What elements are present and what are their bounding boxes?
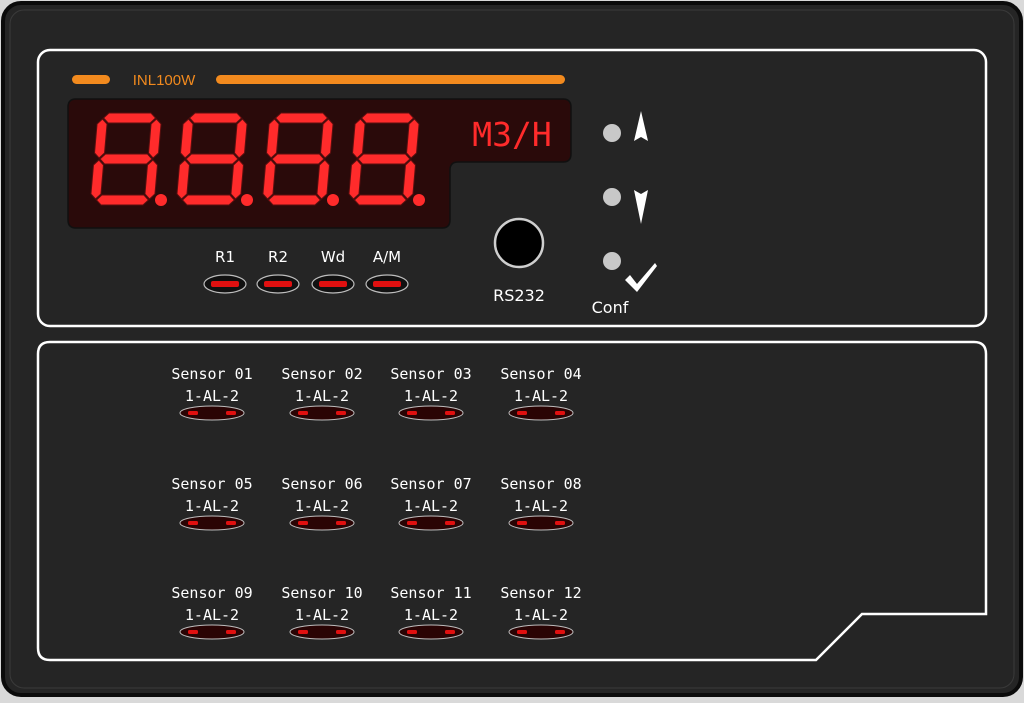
sensor-led-right — [226, 411, 236, 415]
sensor-alarm-label: 1-AL-2 — [185, 387, 239, 405]
sensor-name: Sensor 10 — [281, 584, 362, 602]
led-light — [319, 281, 347, 287]
segment — [95, 194, 150, 206]
sensor-alarm-label: 1-AL-2 — [514, 387, 568, 405]
segment — [267, 194, 322, 206]
decimal-point — [241, 194, 253, 206]
sensor-led-left — [407, 411, 417, 415]
sensor-alarm-label: 1-AL-2 — [514, 606, 568, 624]
sensor-led-right — [226, 630, 236, 634]
sensor-led-left — [188, 411, 198, 415]
segment — [360, 112, 415, 124]
sensor-led-left — [517, 630, 527, 634]
segment — [271, 153, 325, 165]
sensor-name: Sensor 09 — [171, 584, 252, 602]
sensor-name: Sensor 01 — [171, 365, 252, 383]
sensor-led-right — [226, 521, 236, 525]
sensor-alarm-label: 1-AL-2 — [404, 497, 458, 515]
segment — [102, 112, 157, 124]
sensor-led-right — [445, 411, 455, 415]
sensor-name: Sensor 11 — [390, 584, 471, 602]
status-led-label: Wd — [321, 248, 345, 266]
sensor-alarm-label: 1-AL-2 — [185, 497, 239, 515]
sensor-led-left — [407, 630, 417, 634]
segment — [353, 194, 408, 206]
rs232-label: RS232 — [493, 286, 545, 305]
segment — [357, 153, 411, 165]
sensor-alarm-label: 1-AL-2 — [295, 387, 349, 405]
confirm-label: Conf — [592, 298, 629, 317]
accent-bar-short — [72, 75, 110, 84]
display-unit: M3/H — [472, 115, 551, 154]
segment — [188, 112, 243, 124]
decimal-point — [155, 194, 167, 206]
sensor-name: Sensor 07 — [390, 475, 471, 493]
segment — [274, 112, 329, 124]
down-button[interactable] — [603, 188, 621, 206]
accent-bar-long — [216, 75, 565, 84]
sensor-led-left — [298, 630, 308, 634]
led-light — [373, 281, 401, 287]
sensor-led-right — [445, 630, 455, 634]
decimal-point — [327, 194, 339, 206]
sensor-led-right — [336, 521, 346, 525]
sensor-led-left — [298, 411, 308, 415]
decimal-point — [413, 194, 425, 206]
sensor-name: Sensor 05 — [171, 475, 252, 493]
confirm-button[interactable] — [603, 252, 621, 270]
sensor-led-right — [445, 521, 455, 525]
led-light — [211, 281, 239, 287]
status-led-label: R1 — [215, 248, 235, 266]
status-led-label: A/M — [373, 248, 401, 266]
rs232-port — [493, 217, 545, 269]
up-button[interactable] — [603, 124, 621, 142]
sensor-led-left — [188, 630, 198, 634]
segment — [185, 153, 239, 165]
segment — [99, 153, 153, 165]
sensor-alarm-label: 1-AL-2 — [185, 606, 239, 624]
sensor-alarm-label: 1-AL-2 — [514, 497, 568, 515]
status-led-label: R2 — [268, 248, 288, 266]
sensor-led-left — [517, 521, 527, 525]
sensor-led-right — [336, 630, 346, 634]
sensor-name: Sensor 08 — [500, 475, 581, 493]
sensor-name: Sensor 02 — [281, 365, 362, 383]
sensor-alarm-label: 1-AL-2 — [295, 497, 349, 515]
sensor-led-right — [336, 411, 346, 415]
sensor-led-left — [517, 411, 527, 415]
instrument-panel: INL100W M3/H R1 R2 Wd A/M RS232 Conf Sensor… — [0, 0, 1024, 699]
sensor-led-left — [188, 521, 198, 525]
sensor-name: Sensor 04 — [500, 365, 581, 383]
led-light — [264, 281, 292, 287]
sensor-alarm-label: 1-AL-2 — [295, 606, 349, 624]
sensor-name: Sensor 03 — [390, 365, 471, 383]
segment — [181, 194, 236, 206]
sensor-led-left — [298, 521, 308, 525]
sensor-alarm-label: 1-AL-2 — [404, 606, 458, 624]
sensor-alarm-label: 1-AL-2 — [404, 387, 458, 405]
sensor-name: Sensor 12 — [500, 584, 581, 602]
sensor-name: Sensor 06 — [281, 475, 362, 493]
sensor-led-right — [555, 411, 565, 415]
sensor-led-left — [407, 521, 417, 525]
sensor-led-right — [555, 521, 565, 525]
model-label: INL100W — [133, 72, 196, 89]
sensor-led-right — [555, 630, 565, 634]
